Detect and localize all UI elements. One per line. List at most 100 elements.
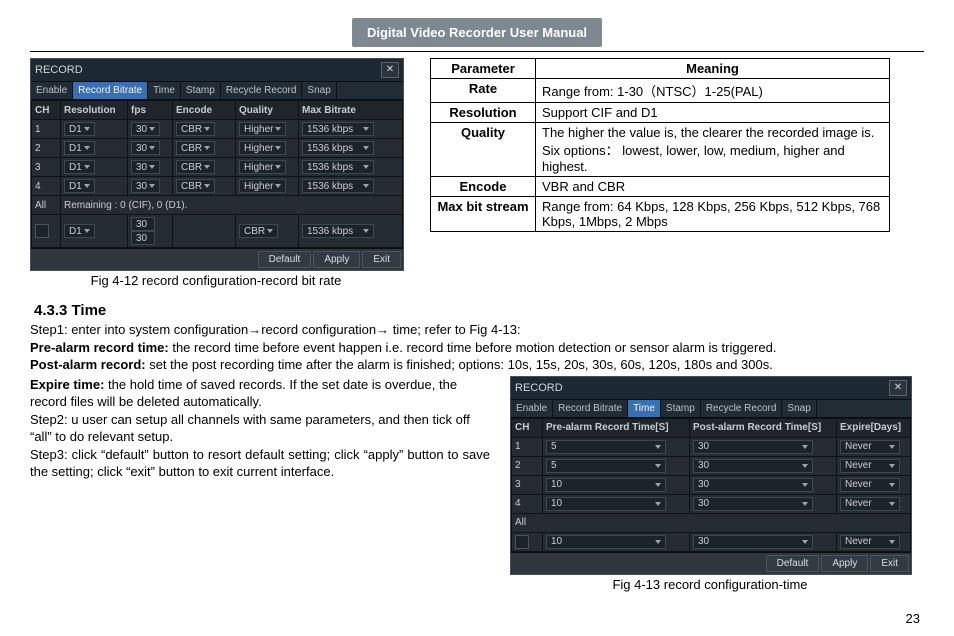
table-row: 2 5 30 Never — [512, 456, 911, 475]
enc-select[interactable]: CBR — [176, 122, 215, 136]
fps-field[interactable]: 30 — [131, 231, 155, 245]
post-select[interactable]: 30 — [693, 478, 813, 492]
chevron-down-icon — [84, 144, 92, 152]
quality-select[interactable]: Higher — [239, 122, 286, 136]
tab-stamp[interactable]: Stamp — [181, 82, 221, 99]
col-enc: Encode — [173, 101, 236, 120]
pre-select[interactable]: 10 — [546, 497, 666, 511]
chevron-down-icon — [149, 163, 157, 171]
tab-snap[interactable]: Snap — [302, 82, 336, 99]
fps-select[interactable]: 30 — [131, 122, 160, 136]
chevron-down-icon — [204, 182, 212, 190]
col-fps: fps — [128, 101, 173, 120]
all-label: All — [32, 196, 61, 215]
fps-select[interactable]: 30 — [131, 160, 160, 174]
fps-select[interactable]: 30 — [131, 141, 160, 155]
pre-select[interactable]: 10 — [546, 535, 666, 549]
fps-field[interactable]: 30 — [131, 217, 155, 231]
tab-enable[interactable]: Enable — [31, 82, 73, 99]
chevron-down-icon — [84, 163, 92, 171]
res-select[interactable]: D1 — [64, 179, 95, 193]
chevron-down-icon — [204, 163, 212, 171]
table-row: 1 5 30 Never — [512, 437, 911, 456]
exp-select[interactable]: Never — [840, 459, 900, 473]
chevron-down-icon — [655, 481, 663, 489]
quality-select[interactable]: Higher — [239, 141, 286, 155]
chevron-down-icon — [889, 481, 897, 489]
chevron-down-icon — [363, 163, 371, 171]
exit-button[interactable]: Exit — [870, 555, 909, 572]
all-header-row: All Remaining : 0 (CIF), 0 (D1). — [32, 196, 403, 215]
chevron-down-icon — [204, 125, 212, 133]
br-select[interactable]: 1536 kbps — [302, 179, 374, 193]
header-rule — [30, 51, 924, 52]
pre-select[interactable]: 5 — [546, 459, 666, 473]
res-select[interactable]: D1 — [64, 160, 95, 174]
exp-select[interactable]: Never — [840, 535, 900, 549]
exp-select[interactable]: Never — [840, 478, 900, 492]
table-row: 4 10 30 Never — [512, 494, 911, 513]
tab-stamp[interactable]: Stamp — [661, 400, 701, 417]
br-select[interactable]: 1536 kbps — [302, 160, 374, 174]
chevron-down-icon — [655, 538, 663, 546]
res-select[interactable]: D1 — [64, 224, 95, 238]
close-icon[interactable]: ✕ — [381, 62, 399, 78]
postalarm-line: Post-alarm record: set the post recordin… — [30, 356, 924, 374]
br-select[interactable]: 1536 kbps — [302, 141, 374, 155]
exp-select[interactable]: Never — [840, 440, 900, 454]
table-row: 2 D1 30 CBR Higher 1536 kbps — [32, 139, 403, 158]
dialog-title: RECORD — [515, 382, 563, 394]
all-label: All — [512, 513, 911, 532]
chevron-down-icon — [275, 125, 283, 133]
tab-time[interactable]: Time — [628, 400, 661, 417]
section-heading: 4.3.3 Time — [34, 302, 924, 319]
pre-select[interactable]: 5 — [546, 440, 666, 454]
apply-button[interactable]: Apply — [821, 555, 868, 572]
all-checkbox[interactable] — [515, 535, 529, 549]
post-select[interactable]: 30 — [693, 535, 813, 549]
tab-time[interactable]: Time — [148, 82, 181, 99]
post-select[interactable]: 30 — [693, 497, 813, 511]
tab-enable[interactable]: Enable — [511, 400, 553, 417]
enc-select[interactable]: CBR — [176, 160, 215, 174]
chevron-down-icon — [802, 481, 810, 489]
fps-select[interactable]: 30 — [131, 179, 160, 193]
close-icon[interactable]: ✕ — [889, 380, 907, 396]
tab-record-bitrate[interactable]: Record Bitrate — [553, 400, 628, 417]
dialog-title: RECORD — [35, 64, 83, 76]
chevron-down-icon — [84, 182, 92, 190]
pre-select[interactable]: 10 — [546, 478, 666, 492]
prealarm-line: Pre-alarm record time: the record time b… — [30, 339, 924, 357]
enc-select[interactable]: CBR — [176, 141, 215, 155]
post-select[interactable]: 30 — [693, 459, 813, 473]
all-checkbox[interactable] — [35, 224, 49, 238]
fig-4-12-caption: Fig 4-12 record configuration-record bit… — [30, 273, 402, 288]
br-select[interactable]: 1536 kbps — [302, 224, 374, 238]
tab-snap[interactable]: Snap — [782, 400, 816, 417]
default-button[interactable]: Default — [766, 555, 820, 572]
default-button[interactable]: Default — [258, 251, 312, 268]
tab-recycle[interactable]: Recycle Record — [221, 82, 303, 99]
time-table: CH Pre-alarm Record Time[S] Post-alarm R… — [511, 418, 911, 552]
chevron-down-icon — [889, 462, 897, 470]
tab-recycle[interactable]: Recycle Record — [701, 400, 783, 417]
post-select[interactable]: 30 — [693, 440, 813, 454]
chevron-down-icon — [363, 182, 371, 190]
br-select[interactable]: 1536 kbps — [302, 122, 374, 136]
apply-button[interactable]: Apply — [313, 251, 360, 268]
res-select[interactable]: D1 — [64, 141, 95, 155]
res-select[interactable]: D1 — [64, 122, 95, 136]
enc-select[interactable]: CBR — [176, 179, 215, 193]
col-parameter: Parameter — [431, 59, 536, 79]
quality-select[interactable]: Higher — [239, 160, 286, 174]
quality-select[interactable]: Higher — [239, 179, 286, 193]
exp-select[interactable]: Never — [840, 497, 900, 511]
exit-button[interactable]: Exit — [362, 251, 401, 268]
enc-select[interactable]: CBR — [239, 224, 278, 238]
col-quality: Quality — [236, 101, 299, 120]
chevron-down-icon — [802, 462, 810, 470]
step2-text: Step2: u user can setup all channels wit… — [30, 411, 490, 446]
col-meaning: Meaning — [536, 59, 890, 79]
tab-record-bitrate[interactable]: Record Bitrate — [73, 82, 148, 99]
chevron-down-icon — [655, 443, 663, 451]
